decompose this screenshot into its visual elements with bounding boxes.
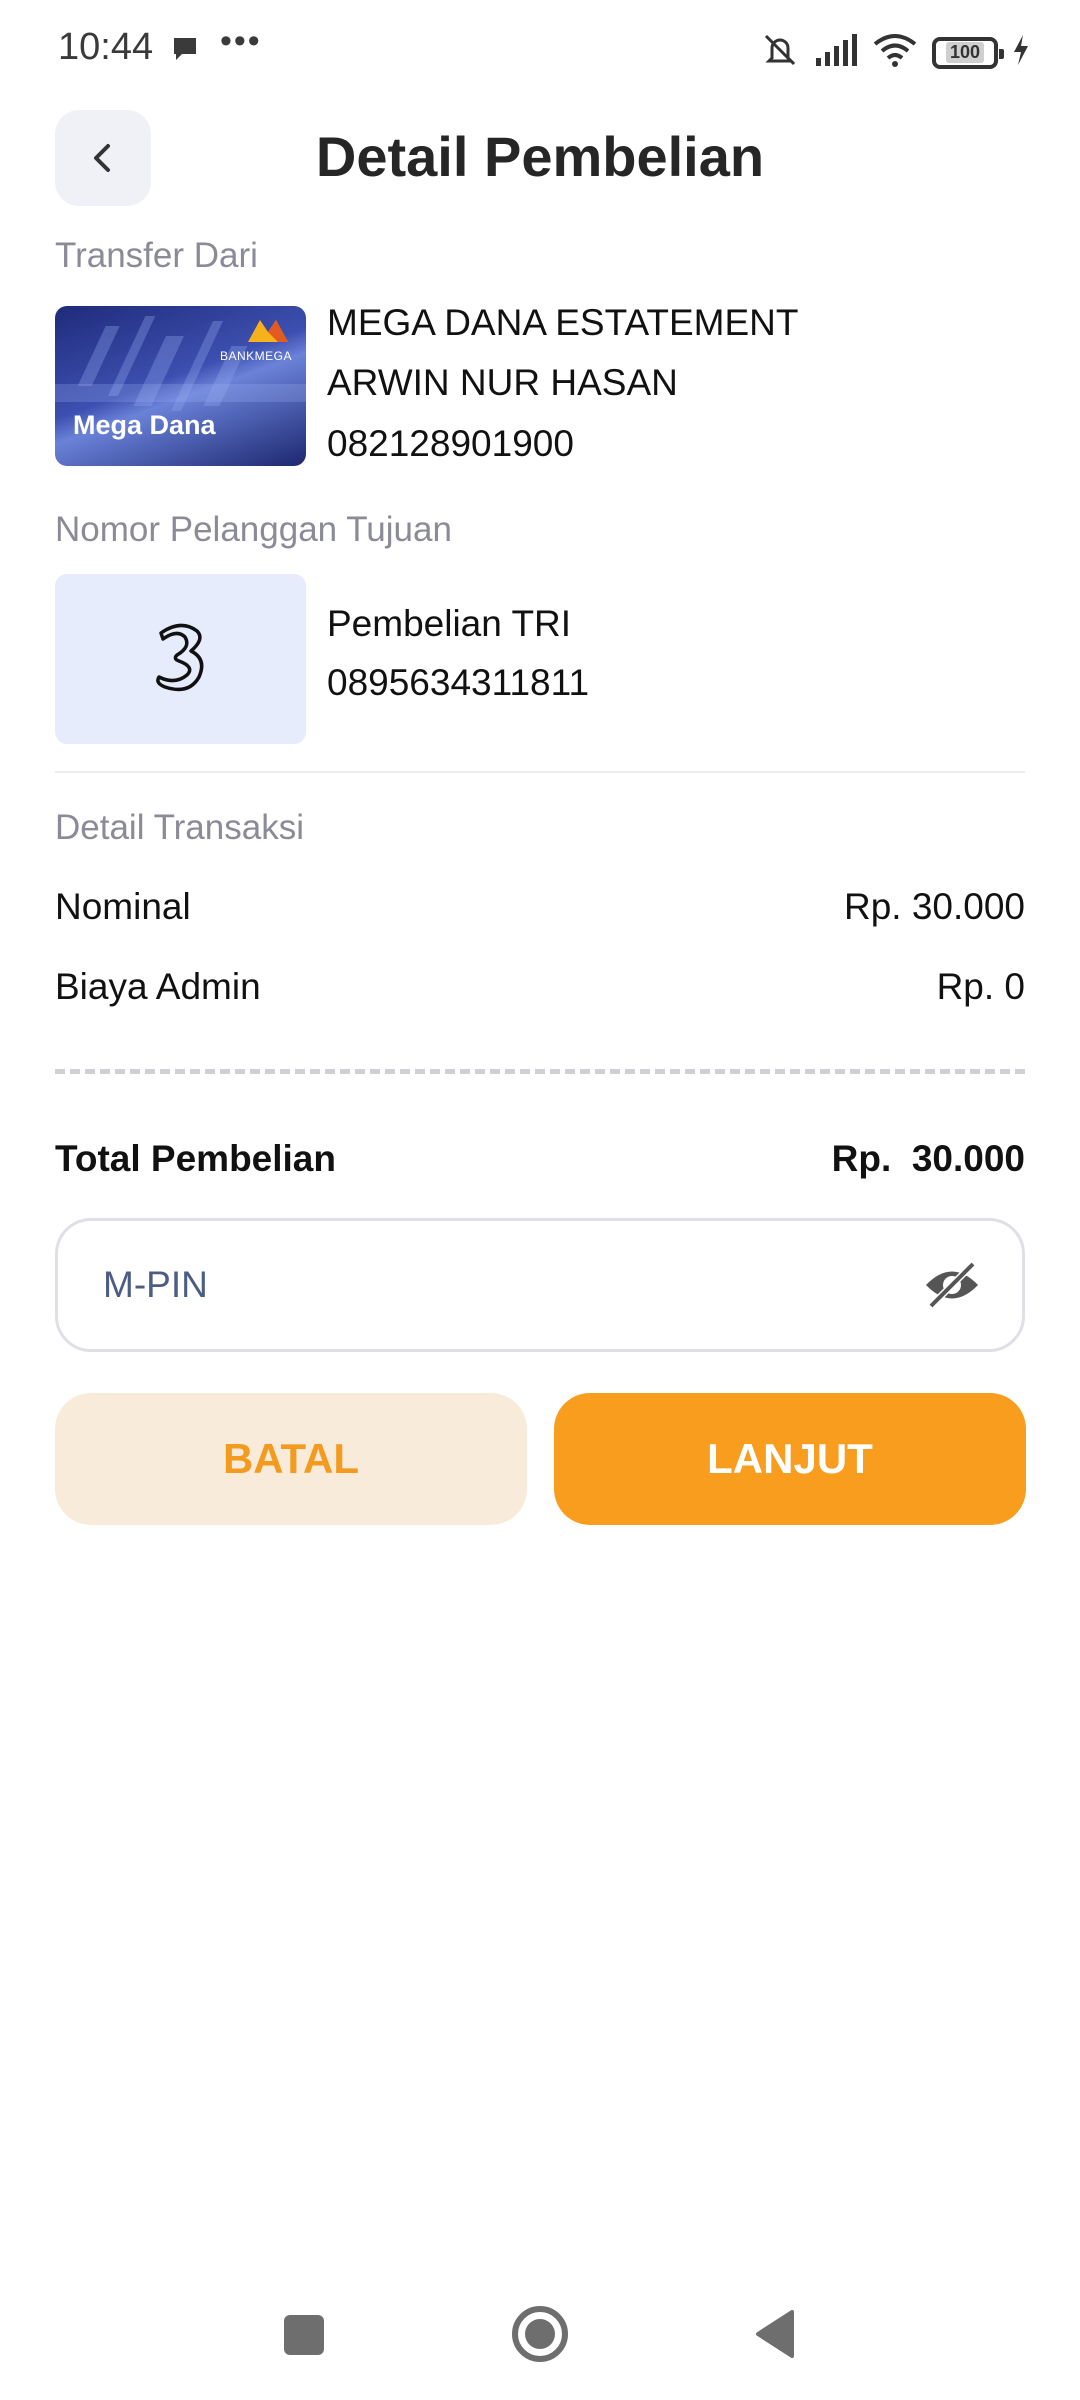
triangle-back-icon [756,2310,794,2358]
bank-mega-mark-icon [248,320,288,342]
destination-number: 0895634311811 [327,662,590,703]
next-button[interactable]: LANJUT [554,1393,1026,1525]
destination-section-label: Nomor Pelanggan Tujuan [55,510,452,549]
signal-icon [814,32,858,73]
home-dot-icon [525,2319,555,2349]
bank-mega-logo: BANKMEGA [220,318,292,363]
admin-fee-label: Biaya Admin [55,966,261,1007]
status-icons: 100 [760,30,1030,75]
admin-fee-value: Rp. 0 [936,966,1025,1007]
source-account-number: 082128901900 [327,423,574,464]
battery-level: 100 [945,42,985,63]
nominal-value: Rp. 30.000 [843,886,1025,927]
source-account-name: MEGA DANA ESTATEMENT [327,302,799,343]
nominal-label: Nominal [55,886,191,927]
pin-field[interactable] [55,1218,1025,1352]
status-bar: 10:44 ••• 100 [0,0,1080,100]
source-card-image: BANKMEGA Mega Dana [55,306,306,466]
home-button[interactable] [512,2306,568,2362]
recent-apps-button[interactable] [284,2315,324,2355]
more-icon: ••• [220,22,262,60]
cancel-button[interactable]: BATAL [55,1393,527,1525]
source-section-label: Transfer Dari [55,236,258,275]
pin-input[interactable] [103,1264,922,1306]
bank-name: BANKMEGA [219,349,292,363]
chat-icon [170,34,200,69]
toggle-pin-visibility-button[interactable] [922,1255,982,1315]
charging-icon [1012,34,1030,71]
mute-icon [760,30,800,75]
eye-off-icon [926,1261,978,1309]
tri-logo-icon [155,623,203,692]
system-nav-bar [0,2280,1080,2400]
nav-back-button[interactable] [752,2308,796,2365]
section-divider [55,771,1025,773]
card-label: Mega Dana [73,410,216,440]
page-title: Detail Pembelian [315,125,765,188]
battery-icon: 100 [932,36,1004,69]
source-holder-name: ARWIN NUR HASAN [327,362,678,403]
wifi-icon [872,32,918,73]
total-value: Rp. 30.000 [831,1138,1025,1179]
dashed-divider [55,1069,1025,1074]
destination-product: Pembelian TRI [327,603,572,644]
status-time: 10:44 [58,26,154,68]
transaction-section-label: Detail Transaksi [55,808,304,847]
total-label: Total Pembelian [55,1138,336,1179]
provider-logo-card [55,574,306,744]
